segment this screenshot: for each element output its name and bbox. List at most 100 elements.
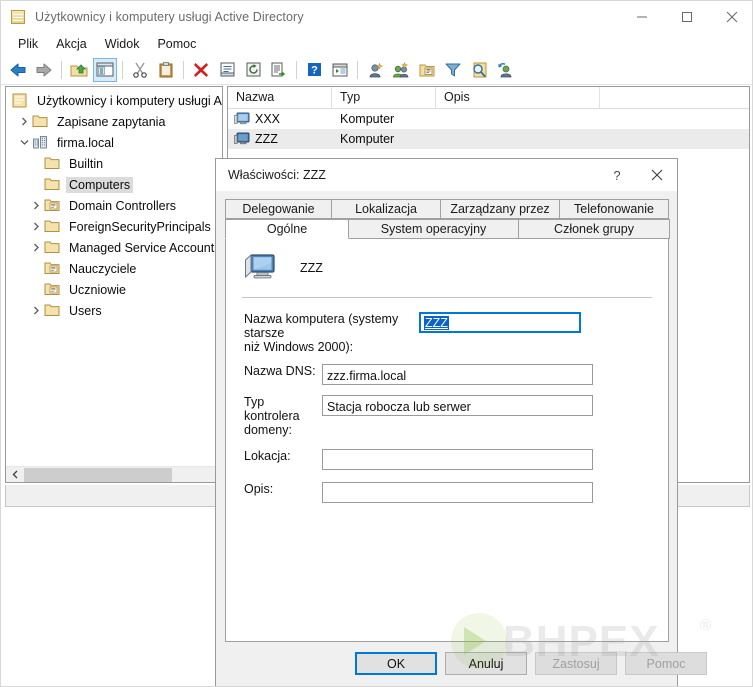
chevron-right-icon[interactable] — [28, 243, 44, 252]
tab-delegowanie[interactable]: Delegowanie — [225, 199, 332, 219]
tree-item-label: Computers — [66, 176, 134, 193]
column-header-description[interactable]: Opis — [436, 87, 600, 108]
tab-row-1: Delegowanie Lokalizacja Zarządzany przez… — [225, 199, 669, 219]
menu-file[interactable]: Plik — [9, 35, 47, 53]
scroll-left-icon[interactable] — [6, 467, 23, 483]
tab-system-operacyjny[interactable]: System operacyjny — [348, 219, 519, 239]
description-input[interactable] — [322, 482, 593, 503]
tree-item-builtin[interactable]: Builtin — [6, 153, 222, 174]
tree-item-root[interactable]: Użytkownicy i komputery usługi Activ — [6, 90, 222, 111]
chevron-down-icon[interactable] — [16, 138, 32, 147]
computer-header: ZZZ — [226, 239, 668, 283]
general-form: Nazwa komputera (systemy starsze niż Win… — [226, 298, 668, 503]
properties-icon[interactable] — [215, 58, 239, 82]
ou-icon — [44, 261, 62, 277]
scrollbar-thumb[interactable] — [24, 467, 172, 482]
minimize-button[interactable] — [619, 1, 664, 33]
label-dc-type: Typ kontrolera domeny: — [244, 395, 300, 437]
paste-icon[interactable] — [154, 58, 178, 82]
dns-name-input[interactable]: zzz.firma.local — [322, 364, 593, 385]
tree-item-computers[interactable]: Computers — [6, 174, 222, 195]
close-button[interactable] — [709, 1, 752, 33]
show-console-icon[interactable] — [328, 58, 352, 82]
tree-item-users[interactable]: Users — [6, 300, 222, 321]
chevron-right-icon[interactable] — [28, 222, 44, 231]
chevron-right-icon[interactable] — [28, 201, 44, 210]
console-tree-pane[interactable]: Użytkownicy i komputery usługi Activ Zap… — [5, 86, 223, 483]
tree-item-foreignsecurityprincipals[interactable]: ForeignSecurityPrincipals — [6, 216, 222, 237]
tree-item-label: ForeignSecurityPrincipals — [69, 219, 211, 234]
tab-czlonek-grupy[interactable]: Członek grupy — [518, 219, 670, 239]
computer-name: XXX — [255, 112, 281, 126]
dc-type-input[interactable]: Stacja robocza lub serwer — [322, 395, 593, 416]
column-header-type[interactable]: Typ — [332, 87, 436, 108]
menubar: Plik Akcja Widok Pomoc — [1, 33, 752, 55]
maximize-button[interactable] — [664, 1, 709, 33]
site-input[interactable] — [322, 449, 593, 470]
label-netbios-name: Nazwa komputera (systemy starsze niż Win… — [244, 312, 399, 354]
tab-lokalizacja[interactable]: Lokalizacja — [331, 199, 441, 219]
new-ou-icon[interactable] — [415, 58, 439, 82]
filter-icon[interactable] — [441, 58, 465, 82]
tree-item-domain-controllers[interactable]: Domain Controllers — [6, 195, 222, 216]
back-icon[interactable] — [6, 58, 30, 82]
folder-icon — [32, 114, 50, 130]
toolbar-separator — [296, 60, 297, 79]
list-header: Nazwa Typ Opis — [228, 87, 749, 109]
field-row-dns-name: Nazwa DNS: zzz.firma.local — [226, 364, 668, 385]
tree-item-nauczyciele[interactable]: Nauczyciele — [6, 258, 222, 279]
apply-button[interactable]: Zastosuj — [535, 652, 617, 675]
cut-icon[interactable] — [128, 58, 152, 82]
delegate-control-icon[interactable] — [493, 58, 517, 82]
window-title: Użytkownicy i komputery usługi Active Di… — [35, 10, 304, 24]
tree-horizontal-scrollbar[interactable] — [6, 466, 222, 482]
tab-telefonowanie[interactable]: Telefonowanie — [559, 199, 669, 219]
dialog-help-button[interactable]: ? — [597, 159, 637, 191]
console-tree: Użytkownicy i komputery usługi Activ Zap… — [6, 87, 222, 321]
folder-icon — [44, 303, 62, 319]
table-row[interactable]: ZZZ Komputer — [228, 129, 749, 149]
tree-item-label: Domain Controllers — [69, 198, 176, 213]
new-user-icon[interactable] — [363, 58, 387, 82]
tree-item-label: Nauczyciele — [69, 261, 137, 276]
refresh-icon[interactable] — [241, 58, 265, 82]
tree-item-firma-local[interactable]: firma.local — [6, 132, 222, 153]
toolbar-separator — [61, 60, 62, 79]
column-header-name[interactable]: Nazwa — [228, 87, 332, 108]
chevron-right-icon[interactable] — [28, 306, 44, 315]
delete-icon[interactable] — [189, 58, 213, 82]
help-icon[interactable]: ? — [302, 58, 326, 82]
forward-icon[interactable] — [32, 58, 56, 82]
new-group-icon[interactable] — [389, 58, 413, 82]
dialog-close-button[interactable] — [637, 159, 677, 191]
label-site: Lokacja: — [244, 449, 291, 463]
window-titlebar: Użytkownicy i komputery usługi Active Di… — [1, 1, 752, 33]
computer-display-name: ZZZ — [300, 261, 323, 275]
tab-ogolne[interactable]: Ogólne — [225, 219, 349, 239]
netbios-name-input[interactable]: ZZZ — [419, 312, 581, 333]
menu-action[interactable]: Akcja — [47, 35, 96, 53]
table-row[interactable]: XXX Komputer — [228, 109, 749, 129]
tree-item-saved-queries[interactable]: Zapisane zapytania — [6, 111, 222, 132]
label-dns-name: Nazwa DNS: — [244, 364, 316, 378]
cancel-button[interactable]: Anuluj — [445, 652, 527, 675]
show-hide-console-tree-icon[interactable] — [93, 57, 117, 82]
computer-icon — [234, 112, 252, 127]
cell-name: ZZZ — [228, 132, 332, 147]
domain-icon — [32, 135, 50, 151]
cell-name: XXX — [228, 112, 332, 127]
tree-item-uczniowie[interactable]: Uczniowie — [6, 279, 222, 300]
export-list-icon[interactable] — [267, 58, 291, 82]
label-description: Opis: — [244, 482, 274, 496]
menu-help[interactable]: Pomoc — [148, 35, 205, 53]
chevron-right-icon[interactable] — [16, 117, 32, 126]
dialog-title: Właściwości: ZZZ — [228, 168, 326, 182]
window-controls — [619, 1, 752, 33]
up-folder-icon[interactable] — [67, 58, 91, 82]
tab-zarzadzany-przez[interactable]: Zarządzany przez — [440, 199, 560, 219]
find-icon[interactable] — [467, 58, 491, 82]
help-button[interactable]: Pomoc — [625, 652, 707, 675]
ok-button[interactable]: OK — [355, 652, 437, 675]
tree-item-managed-service-accounts[interactable]: Managed Service Accounts — [6, 237, 222, 258]
menu-view[interactable]: Widok — [96, 35, 149, 53]
